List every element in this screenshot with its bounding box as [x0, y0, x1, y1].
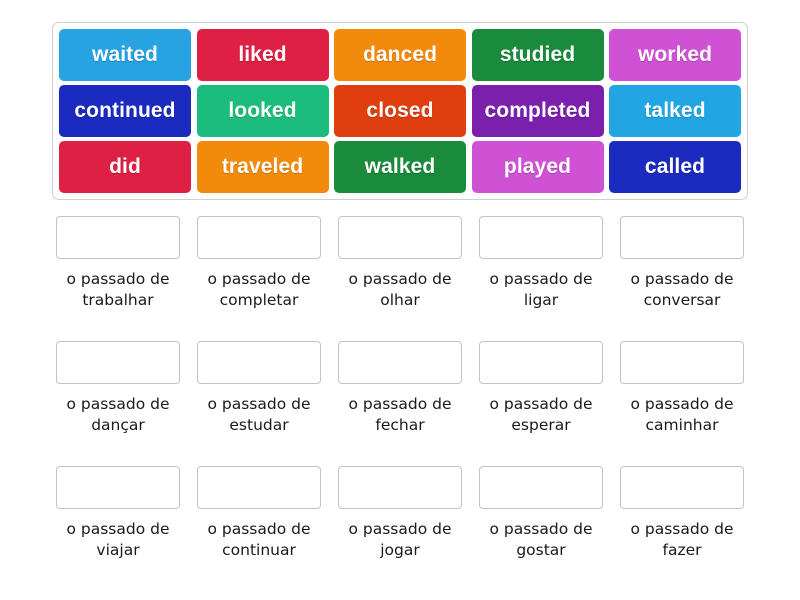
word-tile[interactable]: did	[59, 141, 191, 193]
word-tile[interactable]: worked	[609, 29, 741, 81]
word-tile[interactable]: danced	[334, 29, 466, 81]
word-tile[interactable]: walked	[334, 141, 466, 193]
answer-label: o passado de ligar	[489, 270, 593, 309]
word-tile[interactable]: liked	[196, 29, 329, 81]
answer-label: o passado de continuar	[207, 520, 311, 559]
answer-row: o passado de trabalhar o passado de comp…	[52, 208, 748, 333]
answer-cell: o passado de continuar	[193, 458, 325, 583]
word-tile[interactable]: continued	[59, 85, 191, 137]
answer-label: o passado de estudar	[207, 395, 311, 434]
drop-box[interactable]	[620, 466, 744, 509]
drop-box[interactable]	[56, 341, 180, 384]
answer-cell: o passado de dançar	[52, 333, 184, 458]
answer-grid: o passado de trabalhar o passado de comp…	[52, 208, 748, 588]
word-tile[interactable]: looked	[196, 85, 329, 137]
drop-box[interactable]	[338, 341, 462, 384]
answer-cell: o passado de fazer	[616, 458, 748, 583]
answer-label: o passado de gostar	[489, 520, 593, 559]
answer-cell: o passado de gostar	[475, 458, 607, 583]
answer-label: o passado de caminhar	[630, 395, 734, 434]
word-tile[interactable]: waited	[59, 29, 191, 81]
match-up-activity: waited liked danced studied worked conti…	[0, 0, 800, 600]
word-tile[interactable]: played	[471, 141, 604, 193]
answer-cell: o passado de trabalhar	[52, 208, 184, 333]
word-tile[interactable]: completed	[471, 85, 604, 137]
drop-box[interactable]	[338, 216, 462, 259]
drop-box[interactable]	[197, 466, 321, 509]
answer-label: o passado de olhar	[348, 270, 452, 309]
answer-cell: o passado de conversar	[616, 208, 748, 333]
drop-box[interactable]	[479, 466, 603, 509]
word-tile[interactable]: traveled	[196, 141, 329, 193]
drop-box[interactable]	[56, 466, 180, 509]
answer-label: o passado de dançar	[66, 395, 170, 434]
answer-row: o passado de viajar o passado de continu…	[52, 458, 748, 583]
drop-box[interactable]	[479, 341, 603, 384]
drop-box[interactable]	[479, 216, 603, 259]
drop-box[interactable]	[620, 216, 744, 259]
answer-label: o passado de viajar	[66, 520, 170, 559]
answer-label: o passado de fechar	[348, 395, 452, 434]
word-tile[interactable]: closed	[334, 85, 466, 137]
answer-label: o passado de conversar	[630, 270, 734, 309]
drop-box[interactable]	[620, 341, 744, 384]
answer-cell: o passado de caminhar	[616, 333, 748, 458]
answer-label: o passado de completar	[207, 270, 311, 309]
drop-box[interactable]	[338, 466, 462, 509]
tile-row: did traveled walked played called	[59, 141, 741, 193]
answer-row: o passado de dançar o passado de estudar…	[52, 333, 748, 458]
drop-box[interactable]	[197, 216, 321, 259]
word-tile[interactable]: talked	[609, 85, 741, 137]
word-tile[interactable]: studied	[471, 29, 604, 81]
word-tile[interactable]: called	[609, 141, 741, 193]
answer-cell: o passado de fechar	[334, 333, 466, 458]
word-tile-bank: waited liked danced studied worked conti…	[52, 22, 748, 200]
answer-cell: o passado de viajar	[52, 458, 184, 583]
answer-cell: o passado de esperar	[475, 333, 607, 458]
answer-label: o passado de esperar	[489, 395, 593, 434]
answer-label: o passado de fazer	[630, 520, 734, 559]
answer-cell: o passado de olhar	[334, 208, 466, 333]
answer-label: o passado de jogar	[348, 520, 452, 559]
answer-cell: o passado de completar	[193, 208, 325, 333]
answer-cell: o passado de jogar	[334, 458, 466, 583]
drop-box[interactable]	[56, 216, 180, 259]
answer-label: o passado de trabalhar	[66, 270, 170, 309]
tile-row: waited liked danced studied worked	[59, 29, 741, 81]
answer-cell: o passado de ligar	[475, 208, 607, 333]
tile-row: continued looked closed completed talked	[59, 85, 741, 137]
drop-box[interactable]	[197, 341, 321, 384]
answer-cell: o passado de estudar	[193, 333, 325, 458]
